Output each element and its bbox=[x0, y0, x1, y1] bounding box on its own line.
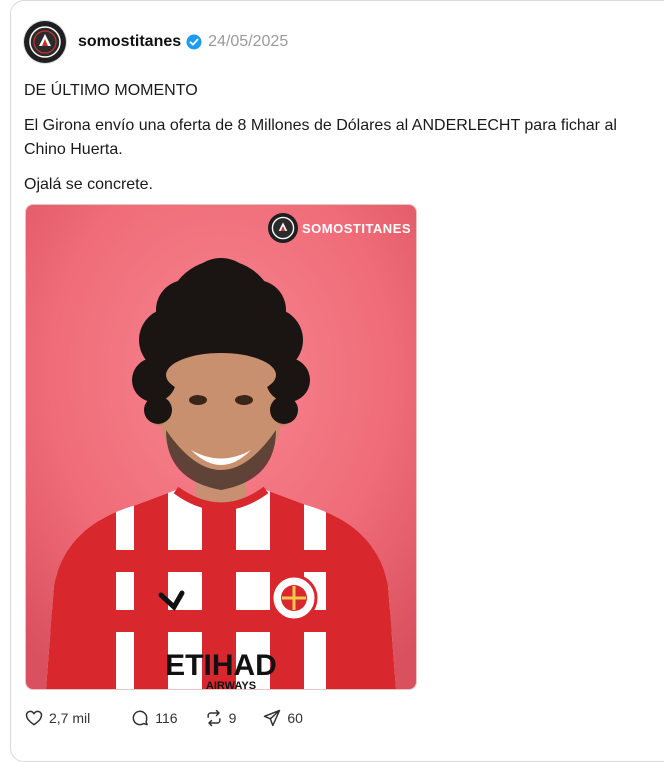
repost-icon bbox=[206, 709, 221, 727]
repost-count: 9 bbox=[228, 710, 237, 726]
post-text-closing: Ojalá se concrete. bbox=[24, 176, 153, 193]
verified-badge-icon bbox=[186, 34, 202, 50]
comment-icon bbox=[132, 710, 149, 726]
repost-button[interactable]: 9 bbox=[204, 708, 237, 728]
comment-count: 116 bbox=[155, 710, 178, 726]
jersey-sponsor-sub: AIRWAYS bbox=[206, 680, 256, 689]
post-text-headline: DE ÚLTIMO MOMENTO bbox=[24, 82, 198, 99]
titan-logo-icon bbox=[29, 26, 61, 58]
watermark-logo-icon bbox=[268, 213, 298, 243]
share-button[interactable]: 60 bbox=[262, 708, 303, 728]
like-button[interactable]: 2,7 mil bbox=[24, 708, 90, 728]
player-photo: ETIHAD AIRWAYS bbox=[26, 205, 416, 689]
action-bar: 2,7 mil 116 9 60 bbox=[24, 708, 303, 728]
post-date[interactable]: 24/05/2025 bbox=[208, 33, 288, 51]
post-header: somostitanes 24/05/2025 bbox=[24, 21, 288, 63]
post-text-body: El Girona envío una oferta de 8 Millones… bbox=[24, 117, 617, 158]
post-image[interactable]: ETIHAD AIRWAYS SOMOSTITANES bbox=[25, 204, 417, 690]
send-icon bbox=[264, 709, 281, 727]
share-count: 60 bbox=[287, 710, 303, 726]
heart-icon bbox=[25, 710, 43, 726]
watermark: SOMOSTITANES bbox=[268, 213, 411, 243]
jersey-sponsor: ETIHAD bbox=[165, 649, 277, 682]
avatar[interactable] bbox=[24, 21, 66, 63]
username[interactable]: somostitanes bbox=[78, 33, 181, 51]
comment-button[interactable]: 116 bbox=[130, 708, 178, 728]
watermark-text: SOMOSTITANES bbox=[302, 220, 412, 236]
like-count: 2,7 mil bbox=[49, 710, 91, 726]
